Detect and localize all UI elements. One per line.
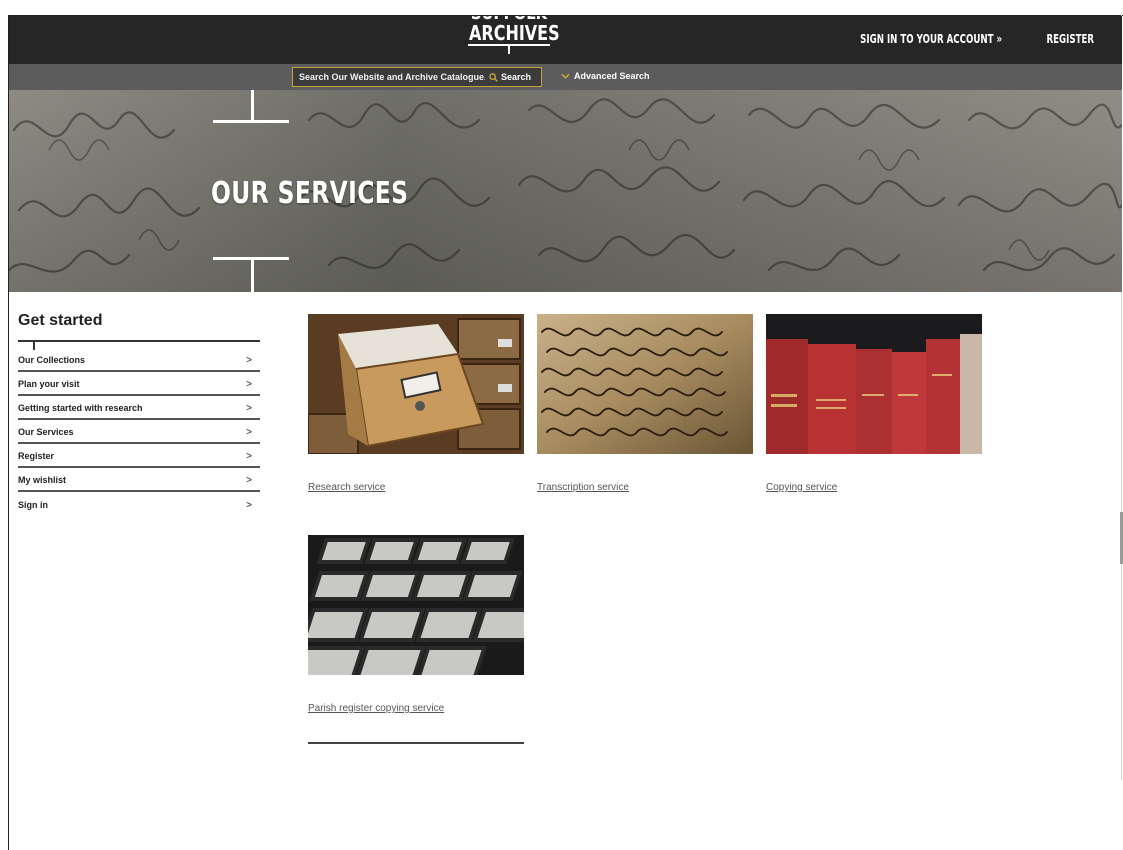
sidebar-item-getting-started[interactable]: Getting started with research >: [18, 398, 260, 420]
sign-in-link[interactable]: SIGN IN TO YOUR ACCOUNT »: [860, 32, 1002, 46]
handwritten-document-photo[interactable]: [537, 314, 753, 454]
chevron-down-icon: [561, 73, 570, 79]
sidebar-item-plan-your-visit[interactable]: Plan your visit >: [18, 374, 260, 396]
search-input[interactable]: [293, 68, 485, 86]
site-logo[interactable]: SUFFOLK ARCHIVES: [459, 16, 559, 64]
logo-main-text: ARCHIVES: [469, 21, 559, 45]
service-link-copying[interactable]: Copying service: [766, 482, 982, 493]
sidebar-title: Get started: [18, 312, 103, 329]
sidebar-item-my-wishlist[interactable]: My wishlist >: [18, 470, 260, 492]
content-bottom-rule: [308, 742, 524, 744]
chevron-right-icon: >: [246, 402, 252, 414]
search-icon: [489, 72, 498, 82]
logo-tick: [508, 46, 510, 54]
sidebar-item-label: My wishlist: [18, 475, 67, 485]
sidebar-nav: Get started Our Collections > Plan your …: [18, 312, 260, 518]
service-card-research: Research service: [308, 314, 524, 493]
hero-decor-bar-top: [213, 120, 289, 123]
sidebar-item-our-collections[interactable]: Our Collections >: [18, 350, 260, 372]
sidebar-list: Our Collections > Plan your visit > Gett…: [18, 350, 260, 516]
chevron-right-icon: >: [246, 426, 252, 438]
advanced-search-label: Advanced Search: [574, 71, 650, 81]
chevron-right-icon: >: [246, 474, 252, 486]
microfiche-slides-photo[interactable]: [308, 535, 524, 675]
chevron-right-icon: >: [246, 450, 252, 462]
hero-banner: OUR SERVICES: [9, 90, 1122, 292]
red-bound-directories-photo[interactable]: [766, 314, 982, 454]
search-bar: Search Advanced Search: [9, 64, 1122, 90]
search-button-label: Search: [501, 72, 532, 82]
service-card-parish-register: Parish register copying service: [308, 535, 524, 714]
search-button[interactable]: Search: [485, 68, 541, 86]
service-link-transcription[interactable]: Transcription service: [537, 482, 753, 493]
advanced-search-toggle[interactable]: Advanced Search: [561, 71, 650, 81]
register-link[interactable]: REGISTER: [1046, 32, 1094, 46]
site-header: SUFFOLK ARCHIVES SIGN IN TO YOUR ACCOUNT…: [9, 16, 1122, 64]
service-link-research[interactable]: Research service: [308, 482, 524, 493]
sidebar-item-label: Our Services: [18, 427, 74, 437]
handwriting-background-image: [9, 90, 1122, 292]
hero-decor-tick-bottom: [251, 257, 254, 292]
sidebar-item-label: Getting started with research: [18, 403, 143, 413]
sidebar-item-label: Our Collections: [18, 355, 86, 365]
chevron-right-icon: >: [246, 499, 252, 511]
sidebar-item-register[interactable]: Register >: [18, 446, 260, 468]
service-card-transcription: Transcription service: [537, 314, 753, 493]
chevron-right-icon: >: [246, 354, 252, 366]
sidebar-item-label: Register: [18, 451, 55, 461]
account-links: SIGN IN TO YOUR ACCOUNT » REGISTER: [805, 32, 1094, 46]
service-link-parish-register[interactable]: Parish register copying service: [308, 703, 524, 714]
sidebar-item-label: Plan your visit: [18, 379, 80, 389]
sidebar-item-our-services[interactable]: Our Services >: [18, 422, 260, 444]
sidebar-title-rule: [18, 340, 260, 350]
page-title: OUR SERVICES: [211, 176, 409, 211]
sidebar-item-label: Sign in: [18, 500, 48, 510]
sidebar-item-sign-in[interactable]: Sign in >: [18, 494, 260, 516]
service-card-copying: Copying service: [766, 314, 982, 493]
card-catalogue-drawer-photo[interactable]: [308, 314, 524, 454]
chevron-right-icon: >: [246, 378, 252, 390]
hero-decor-tick-top: [251, 90, 254, 121]
search-box: Search: [292, 67, 542, 87]
